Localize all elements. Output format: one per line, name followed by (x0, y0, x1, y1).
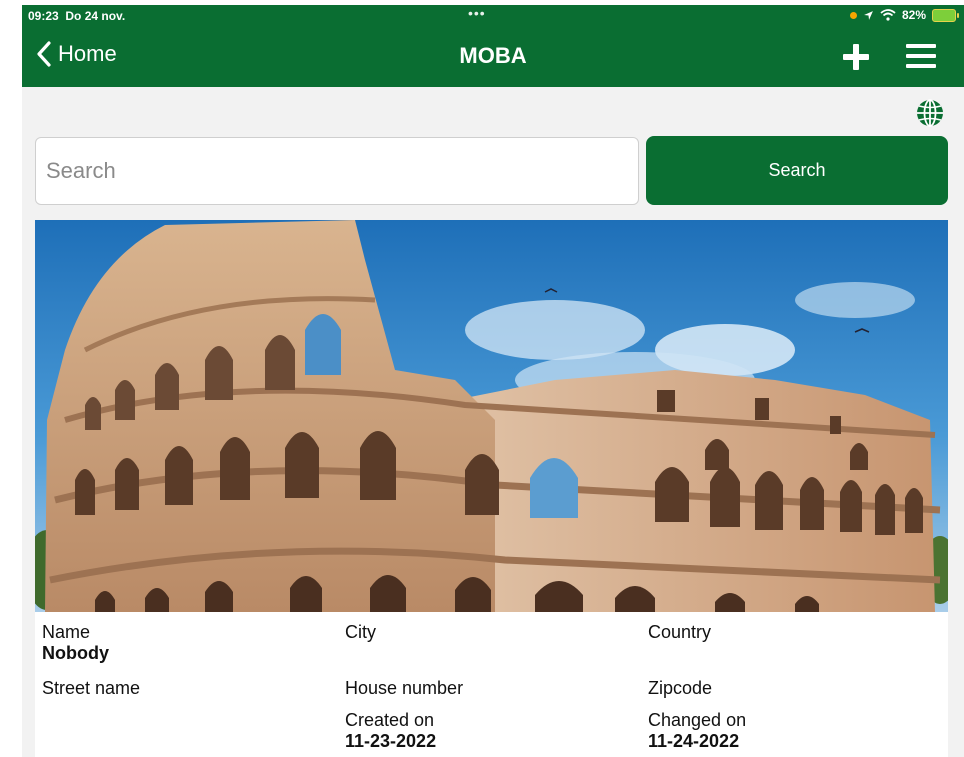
country-label: Country (648, 622, 712, 642)
created-on-value: 11-23-2022 (345, 731, 437, 751)
globe-icon[interactable] (915, 98, 945, 128)
hamburger-menu-icon[interactable] (906, 43, 936, 69)
search-button[interactable]: Search (646, 136, 948, 205)
add-button[interactable] (842, 43, 870, 71)
navigation-bar: 09:23 Do 24 nov. ••• 82% Home MOBA (22, 5, 964, 87)
status-time: 09:23 (28, 9, 59, 23)
colosseum-photo (35, 220, 948, 612)
battery-icon (932, 8, 959, 22)
zipcode-label: Zipcode (648, 678, 713, 698)
city-label: City (345, 622, 376, 642)
wifi-icon (880, 9, 896, 21)
status-bar-indicators: 82% (849, 8, 959, 22)
changed-on-label: Changed on (648, 710, 747, 730)
name-field: Name Nobody (42, 622, 109, 664)
location-arrow-icon (864, 10, 873, 20)
changed-on-value: 11-24-2022 (648, 731, 740, 751)
search-input[interactable] (35, 137, 639, 205)
street-label: Street name (42, 678, 141, 698)
zipcode-field: Zipcode (648, 678, 712, 699)
page-title: MOBA (459, 43, 527, 68)
status-date: Do 24 nov. (65, 9, 126, 23)
location-indicator-icon (849, 11, 857, 19)
country-field: Country (648, 622, 711, 643)
battery-percentage: 82% (901, 8, 926, 22)
location-card: Name Nobody City Country Street name Hou… (35, 220, 948, 757)
app-screen: 09:23 Do 24 nov. ••• 82% Home MOBA Searc… (22, 5, 964, 757)
name-value: Nobody (42, 643, 109, 663)
created-on-label: Created on (345, 710, 435, 730)
house-number-field: House number (345, 678, 463, 699)
changed-on-field: Changed on 11-24-2022 (648, 710, 746, 752)
name-label: Name (42, 622, 91, 642)
created-on-field: Created on 11-23-2022 (345, 710, 436, 752)
multitasking-dots-icon[interactable]: ••• (468, 5, 486, 21)
house-number-label: House number (345, 678, 464, 698)
status-bar-time: 09:23 Do 24 nov. (28, 9, 125, 23)
city-field: City (345, 622, 376, 643)
street-field: Street name (42, 678, 140, 699)
